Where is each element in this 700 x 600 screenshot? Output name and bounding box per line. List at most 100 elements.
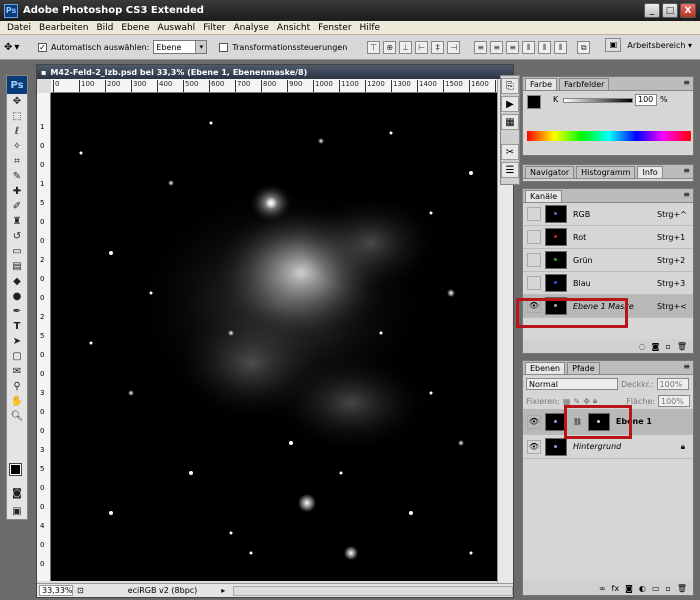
channel-row[interactable]: Grün Strg+2 [523,249,693,272]
link-layers-icon[interactable]: ∞ [599,584,606,593]
k-value-input[interactable]: 100 [635,94,657,106]
shape-tool-icon[interactable]: ▢ [7,349,27,364]
tool-presets-icon[interactable]: ✂ [501,144,519,160]
add-mask-icon[interactable]: ◙ [625,584,633,593]
zoom-tool-icon[interactable]: 🔍︎ [7,409,27,424]
distribute-hcenter-icon[interactable]: ⦀ [538,40,552,54]
eye-icon[interactable]: 👁︎ [527,414,541,429]
gradient-tool-icon[interactable]: ▤ [7,259,27,274]
tab-farbe[interactable]: Farbe [525,78,558,90]
healing-brush-icon[interactable]: ✚ [7,184,27,199]
status-menu-arrow-icon[interactable]: ▸ [221,586,225,595]
align-hcenter-icon[interactable]: ‡ [431,40,445,54]
auto-select-dropdown[interactable]: Ebene ▾ [153,40,208,54]
align-bottom-icon[interactable]: ⊥ [399,40,413,54]
eraser-tool-icon[interactable]: ▭ [7,244,27,259]
menu-ebene[interactable]: Ebene [117,23,153,33]
layer-comps-icon[interactable]: ▦ [501,114,519,130]
load-selection-icon[interactable]: ◌ [639,342,646,351]
history-panel-icon[interactable]: ⎘ [501,78,519,94]
save-selection-icon[interactable]: ◙ [652,342,660,351]
actions-panel-icon[interactable]: ▶ [501,96,519,112]
layer-style-icon[interactable]: fx [612,584,620,593]
transform-controls-checkbox[interactable] [219,42,229,52]
panel-menu-icon[interactable]: ≡ [683,166,690,175]
distribute-vcenter-icon[interactable]: ≡ [490,40,504,54]
horizontal-ruler[interactable]: 0 100 200 300 400 500 600 700 800 900 1000 1100 1200… [51,79,499,93]
horizontal-scrollbar[interactable] [233,585,513,596]
adjustment-layer-icon[interactable]: ◐ [639,584,646,593]
magic-wand-tool-icon[interactable]: ✧ [7,139,27,154]
distribute-right-icon[interactable]: ⦀ [554,40,568,54]
zoom-level[interactable]: 33,33% [39,585,73,596]
blend-mode-select[interactable]: Normal [526,378,618,390]
tab-farbfelder[interactable]: Farbfelder [559,78,610,90]
opacity-input[interactable]: 100% [656,378,689,390]
clone-stamp-icon[interactable]: ♜ [7,214,27,229]
auto-select-checkbox[interactable]: ✓ [38,42,47,52]
menu-fenster[interactable]: Fenster [314,23,355,33]
image-canvas[interactable] [51,93,499,581]
lasso-tool-icon[interactable]: ℓ [7,124,27,139]
minimize-button[interactable]: _ [644,3,660,18]
blur-tool-icon[interactable]: ◆ [7,274,27,289]
tab-histogramm[interactable]: Histogramm [576,166,636,178]
auto-align-icon[interactable]: ⧉ [577,40,591,54]
align-right-icon[interactable]: ⊣ [447,40,461,54]
menu-hilfe[interactable]: Hilfe [356,23,384,33]
align-vcenter-icon[interactable]: ⊕ [383,40,397,54]
type-tool-icon[interactable]: T [7,319,27,334]
document-title-bar[interactable]: ▪ M42-Feld-2_lzb.psd bei 33,3% (Ebene 1,… [37,65,513,79]
vertical-ruler[interactable]: 1 0 0 1 5 0 0 2 0 0 2 5 0 0 3 0 0 3 5 0 0 4 0 0 [37,93,51,581]
channel-row[interactable]: RGB Strg+^ [523,203,693,226]
hand-tool-icon[interactable]: ✋ [7,394,27,409]
slice-tool-icon[interactable]: ✎ [7,169,27,184]
panel-menu-icon[interactable]: ≡ [683,190,690,199]
screen-mode-icon[interactable]: ▣ [7,504,27,519]
color-ramp[interactable] [527,131,691,141]
k-slider[interactable] [563,98,633,103]
foreground-color-swatch[interactable] [9,463,22,476]
color-fg-swatch[interactable] [527,95,541,109]
panel-menu-icon[interactable]: ≡ [683,78,690,87]
new-channel-icon[interactable]: ▫ [665,342,670,351]
tab-pfade[interactable]: Pfade [567,362,600,374]
panel-menu-icon[interactable]: ≡ [683,362,690,371]
eye-icon[interactable] [527,253,541,267]
menu-auswahl[interactable]: Auswahl [154,23,200,33]
eye-icon[interactable]: 👁︎ [527,439,541,454]
distribute-bottom-icon[interactable]: ≡ [506,40,520,54]
menu-bild[interactable]: Bild [92,23,117,33]
workspace-switcher[interactable]: ▣ Arbeitsbereich ▾ [605,38,692,52]
pen-tool-icon[interactable]: ✒ [7,304,27,319]
notes-tool-icon[interactable]: ✉ [7,364,27,379]
menu-ansicht[interactable]: Ansicht [273,23,314,33]
brushes-panel-icon[interactable]: ☰ [501,162,519,178]
eye-icon[interactable] [527,276,541,290]
channel-row[interactable]: Rot Strg+1 [523,226,693,249]
channel-row[interactable]: Blau Strg+3 [523,272,693,295]
close-button[interactable]: X [680,3,696,18]
tab-kanaele[interactable]: Kanäle [525,190,563,202]
quick-mask-icon[interactable]: ◙ [7,486,27,501]
eye-icon[interactable] [527,207,541,221]
delete-layer-icon[interactable]: 🗑︎ [677,584,687,593]
align-top-icon[interactable]: ⊤ [367,40,381,54]
align-left-icon[interactable]: ⊢ [415,40,429,54]
menu-bearbeiten[interactable]: Bearbeiten [35,23,92,33]
delete-channel-icon[interactable]: 🗑︎ [677,342,687,351]
marquee-tool-icon[interactable]: ⬚ [7,109,27,124]
maximize-button[interactable]: □ [662,3,678,18]
crop-tool-icon[interactable]: ⌗ [7,154,27,169]
new-group-icon[interactable]: ▭ [652,584,660,593]
distribute-left-icon[interactable]: ⦀ [522,40,536,54]
distribute-top-icon[interactable]: ≡ [474,40,488,54]
tool-preset-picker[interactable]: ✥ ▾ [4,38,34,56]
menu-analyse[interactable]: Analyse [229,23,272,33]
status-icon[interactable]: ⊡ [77,586,84,595]
fill-input[interactable]: 100% [658,395,690,407]
tab-navigator[interactable]: Navigator [525,166,575,178]
eyedropper-tool-icon[interactable]: ⚲ [7,379,27,394]
new-layer-icon[interactable]: ▫ [665,584,670,593]
history-brush-icon[interactable]: ↺ [7,229,27,244]
